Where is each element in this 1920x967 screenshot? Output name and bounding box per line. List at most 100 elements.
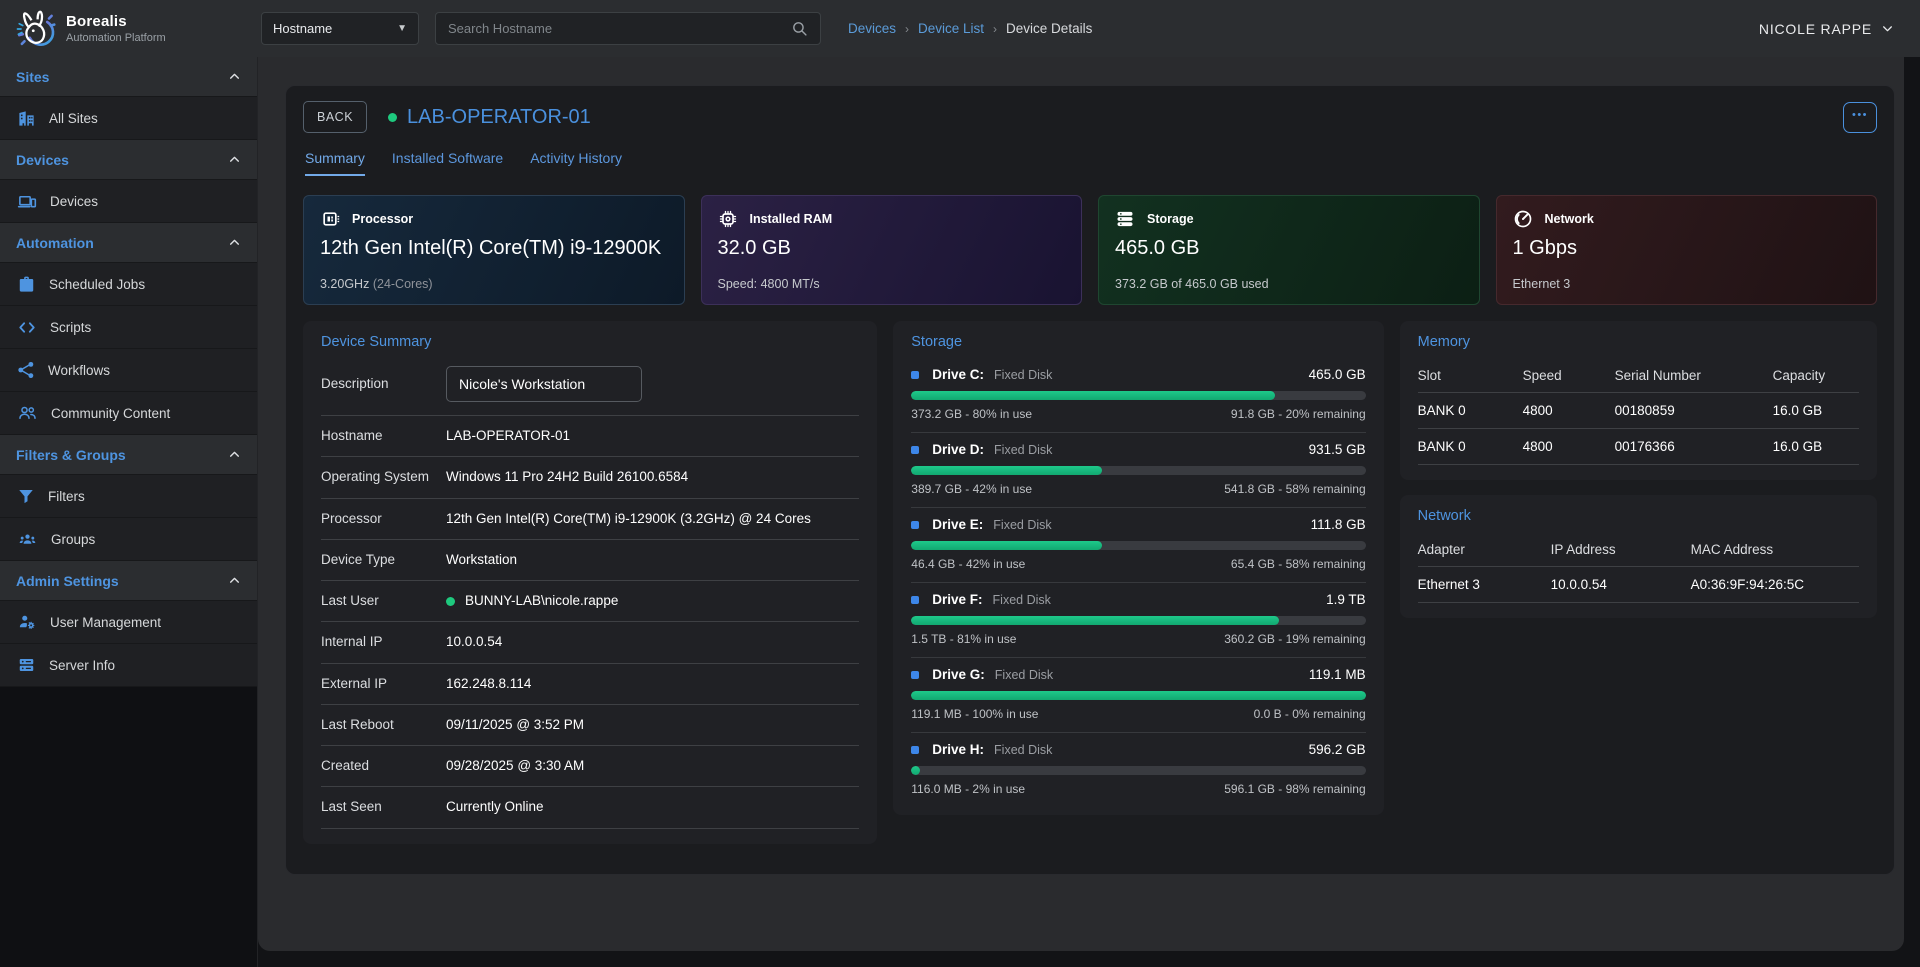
sidebar: Sites All Sites Devices Devices Automati…	[0, 57, 258, 967]
sidebar-item-workflows[interactable]: Workflows	[0, 349, 257, 392]
breadcrumb-separator: ›	[993, 22, 997, 36]
ram-icon	[718, 209, 738, 229]
summary-row-external-ip: External IP 162.248.8.114	[321, 664, 859, 705]
card-value: 1 Gbps	[1513, 237, 1861, 260]
search-input[interactable]	[448, 21, 791, 36]
sidebar-item-label: Community Content	[51, 406, 170, 421]
panel-title: Network	[1418, 508, 1859, 524]
search-filter-value: Hostname	[273, 21, 332, 36]
sidebar-item-user-management[interactable]: User Management	[0, 601, 257, 644]
sidebar-item-label: Workflows	[48, 363, 110, 378]
sidebar-item-label: Filters	[48, 489, 85, 504]
search-filter-dropdown[interactable]: Hostname ▼	[261, 12, 419, 45]
storage-panel: Storage Drive C: Fixed Disk 465.0 GB 373…	[893, 321, 1383, 815]
drive-row-h: Drive H: Fixed Disk 596.2 GB 116.0 MB - …	[911, 733, 1365, 800]
drive-row-e: Drive E: Fixed Disk 111.8 GB 46.4 GB - 4…	[911, 508, 1365, 583]
drive-row-g: Drive G: Fixed Disk 119.1 MB 119.1 MB - …	[911, 658, 1365, 733]
laptop-icon	[17, 192, 37, 211]
chevron-up-icon	[228, 574, 241, 587]
description-input[interactable]	[446, 366, 642, 402]
drive-usage-bar	[911, 541, 1365, 550]
sidebar-item-label: Devices	[50, 194, 98, 209]
sidebar-item-scripts[interactable]: Scripts	[0, 306, 257, 349]
chevron-up-icon	[228, 448, 241, 461]
chevron-down-icon	[1881, 22, 1894, 35]
sidebar-item-server-info[interactable]: Server Info	[0, 644, 257, 687]
sidebar-item-label: Scripts	[50, 320, 91, 335]
drive-usage-bar	[911, 766, 1365, 775]
more-actions-button[interactable]: •••	[1843, 102, 1877, 133]
summary-row-hostname: Hostname LAB-OPERATOR-01	[321, 416, 859, 457]
row-label: Description	[321, 374, 446, 394]
chevron-down-icon: ▼	[397, 23, 407, 34]
sidebar-section-sites[interactable]: Sites	[0, 57, 257, 97]
drive-row-f: Drive F: Fixed Disk 1.9 TB 1.5 TB - 81% …	[911, 583, 1365, 658]
share-icon	[17, 361, 35, 379]
drive-bullet-icon	[911, 746, 919, 754]
breadcrumb-device-list[interactable]: Device List	[918, 21, 984, 36]
code-icon	[17, 319, 37, 336]
network-card: Network 1 Gbps Ethernet 3	[1496, 195, 1878, 305]
tab-installed-software[interactable]: Installed Software	[392, 150, 503, 176]
users-icon	[17, 404, 38, 422]
sidebar-section-filters-groups[interactable]: Filters & Groups	[0, 435, 257, 475]
card-footer: 3.20GHz (24-Cores)	[320, 277, 668, 291]
card-label: Network	[1545, 212, 1594, 226]
section-label: Automation	[16, 235, 94, 251]
briefcase-icon	[17, 275, 36, 294]
sidebar-item-all-sites[interactable]: All Sites	[0, 97, 257, 140]
card-value: 12th Gen Intel(R) Core(TM) i9-12900K	[320, 237, 668, 260]
summary-row-last-user: Last User BUNNY-LAB\nicole.rappe	[321, 581, 859, 622]
tab-summary[interactable]: Summary	[305, 150, 365, 176]
panel-title: Device Summary	[321, 334, 859, 350]
ram-card: Installed RAM 32.0 GB Speed: 4800 MT/s	[701, 195, 1083, 305]
breadcrumb-devices[interactable]: Devices	[848, 21, 896, 36]
sidebar-section-automation[interactable]: Automation	[0, 223, 257, 263]
chevron-up-icon	[228, 153, 241, 166]
cpu-icon	[320, 209, 340, 229]
sidebar-section-admin-settings[interactable]: Admin Settings	[0, 561, 257, 601]
chevron-up-icon	[228, 70, 241, 83]
processor-card: Processor 12th Gen Intel(R) Core(TM) i9-…	[303, 195, 685, 305]
back-button[interactable]: BACK	[303, 101, 367, 133]
panel-title: Storage	[911, 334, 1365, 350]
memory-panel: Memory Slot Speed Serial Number Capacity…	[1400, 321, 1877, 480]
sidebar-item-label: Server Info	[49, 658, 115, 673]
card-label: Storage	[1147, 212, 1194, 226]
network-table-header: Adapter IP Address MAC Address	[1418, 534, 1859, 567]
sidebar-item-devices[interactable]: Devices	[0, 180, 257, 223]
drive-bullet-icon	[911, 671, 919, 679]
brand-tagline: Automation Platform	[66, 32, 166, 44]
sidebar-item-community-content[interactable]: Community Content	[0, 392, 257, 435]
breadcrumb: Devices › Device List › Device Details	[848, 21, 1092, 36]
tab-activity-history[interactable]: Activity History	[530, 150, 622, 176]
drive-row-c: Drive C: Fixed Disk 465.0 GB 373.2 GB - …	[911, 358, 1365, 433]
sidebar-section-devices[interactable]: Devices	[0, 140, 257, 180]
main-area: BACK LAB-OPERATOR-01 ••• Summary Install…	[258, 57, 1904, 951]
gauge-icon	[1513, 209, 1533, 229]
user-online-dot	[446, 597, 455, 606]
sidebar-item-groups[interactable]: Groups	[0, 518, 257, 561]
card-value: 32.0 GB	[718, 237, 1066, 260]
summary-row-description: Description	[321, 362, 859, 416]
user-menu[interactable]: NICOLE RAPPE	[1759, 21, 1894, 37]
sidebar-item-scheduled-jobs[interactable]: Scheduled Jobs	[0, 263, 257, 306]
section-label: Filters & Groups	[16, 447, 126, 463]
search-icon[interactable]	[791, 20, 808, 37]
app-logo[interactable]: Borealis Automation Platform	[0, 7, 261, 51]
drive-bullet-icon	[911, 521, 919, 529]
section-label: Sites	[16, 69, 49, 85]
drive-list: Drive C: Fixed Disk 465.0 GB 373.2 GB - …	[911, 358, 1365, 800]
brand-name: Borealis	[66, 13, 166, 30]
building-icon	[17, 109, 36, 128]
filter-icon	[17, 487, 35, 505]
top-bar: Borealis Automation Platform Hostname ▼ …	[0, 0, 1920, 57]
drive-row-d: Drive D: Fixed Disk 931.5 GB 389.7 GB - …	[911, 433, 1365, 508]
spec-cards: Processor 12th Gen Intel(R) Core(TM) i9-…	[303, 195, 1877, 305]
sidebar-item-filters[interactable]: Filters	[0, 475, 257, 518]
card-label: Processor	[352, 212, 413, 226]
breadcrumb-device-details: Device Details	[1006, 21, 1092, 36]
device-title: LAB-OPERATOR-01	[407, 106, 591, 129]
sidebar-item-label: All Sites	[49, 111, 98, 126]
summary-row-created: Created 09/28/2025 @ 3:30 AM	[321, 746, 859, 787]
